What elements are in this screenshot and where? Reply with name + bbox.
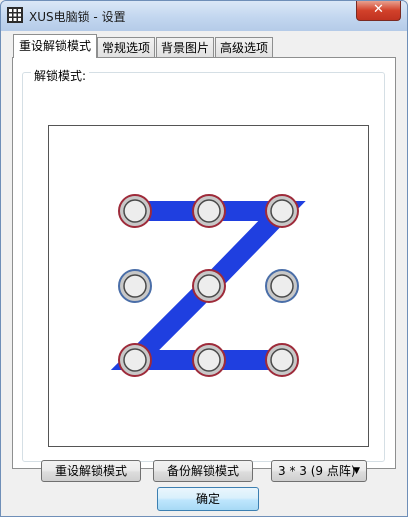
- tab-label: 常规选项: [101, 41, 150, 55]
- pattern-drawing: [110, 194, 306, 377]
- close-icon: ✕: [373, 2, 384, 17]
- dropdown-arrow-icon: ▼: [353, 466, 360, 476]
- client-area: 重设解锁模式 常规选项 背景图片 高级选项 解锁模式: 重设解锁模式 备份解锁模…: [7, 31, 401, 511]
- pattern-dot-inner-9: [270, 348, 294, 372]
- title-bar[interactable]: XUS电脑锁 - 设置 ✕: [1, 1, 407, 31]
- unlock-mode-label: 解锁模式:: [31, 67, 90, 84]
- pattern-dot-inner-3: [270, 199, 294, 223]
- tab-label: 背景图片: [160, 41, 209, 55]
- tab-reset-pattern[interactable]: 重设解锁模式: [13, 34, 97, 58]
- reset-pattern-button[interactable]: 重设解锁模式: [41, 460, 141, 482]
- pattern-canvas[interactable]: [48, 125, 369, 447]
- grid-size-value: 3 * 3 (9 点阵): [278, 464, 356, 478]
- pattern-dot-inner-6: [270, 274, 294, 298]
- pattern-dot-inner-7: [123, 348, 147, 372]
- settings-window: XUS电脑锁 - 设置 ✕ 重设解锁模式 常规选项 背景图片 高级选项 解锁模式…: [0, 0, 408, 517]
- tab-label: 重设解锁模式: [18, 39, 91, 53]
- pattern-dot-inner-2: [197, 199, 221, 223]
- pattern-dot-inner-5: [197, 274, 221, 298]
- tab-advanced-options[interactable]: 高级选项: [215, 37, 273, 57]
- pattern-dot-inner-8: [197, 348, 221, 372]
- close-button[interactable]: ✕: [356, 1, 401, 21]
- tab-label: 高级选项: [219, 41, 268, 55]
- pattern-dot-inner-4: [123, 274, 147, 298]
- tab-background-image[interactable]: 背景图片: [156, 37, 214, 57]
- tab-general-options[interactable]: 常规选项: [97, 37, 155, 57]
- app-lock-icon: [7, 7, 23, 23]
- backup-pattern-button[interactable]: 备份解锁模式: [153, 460, 253, 482]
- grid-size-select[interactable]: 3 * 3 (9 点阵) ▼: [271, 460, 367, 482]
- tab-panel: 解锁模式: 重设解锁模式 备份解锁模式 3 * 3 (9 点阵) ▼: [12, 57, 396, 482]
- ok-button[interactable]: 确定: [157, 487, 259, 511]
- pattern-dot-inner-1: [123, 199, 147, 223]
- window-title: XUS电脑锁 - 设置: [29, 10, 126, 24]
